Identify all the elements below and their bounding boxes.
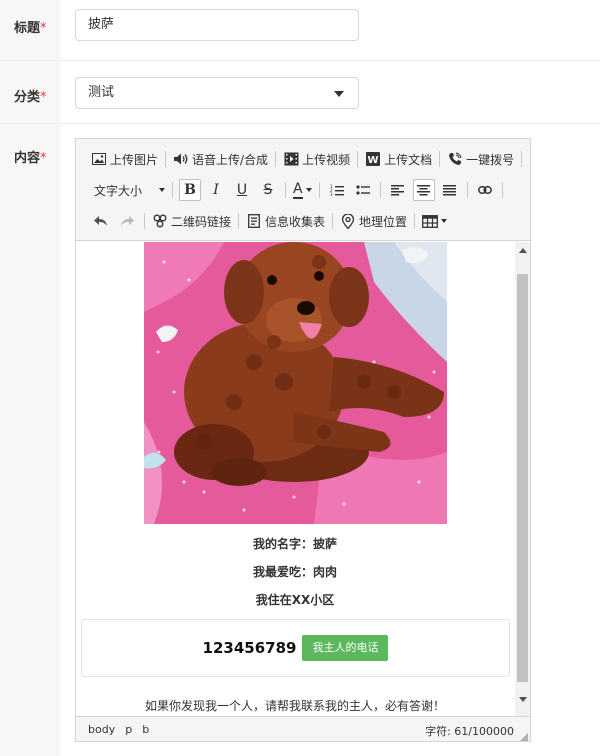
- toolbar-row-2: 文字大小 B I U S A 123: [88, 178, 507, 202]
- upload-image-button[interactable]: 上传图片: [88, 148, 161, 170]
- name-line: 我的名字：披萨: [252, 537, 337, 551]
- upload-doc-button[interactable]: W 上传文档: [362, 148, 435, 170]
- ordered-list-button[interactable]: 123: [326, 179, 348, 201]
- toolbar-separator: [466, 182, 468, 198]
- location-button[interactable]: 地理位置: [337, 210, 410, 232]
- path-item[interactable]: b: [142, 723, 149, 736]
- link-icon: [477, 182, 493, 198]
- dial-button[interactable]: 一键拨号: [444, 148, 517, 170]
- caret-down-icon: [159, 188, 165, 192]
- toolbar-separator: [275, 151, 277, 167]
- element-path: body p b: [88, 723, 149, 736]
- redo-button[interactable]: [116, 210, 138, 232]
- toolbar-separator: [332, 213, 334, 229]
- italic-button[interactable]: I: [205, 179, 227, 201]
- toolbar-row-3: 二维码链接 信息收集表 地理位置: [88, 209, 450, 233]
- rich-text-editor: 上传图片 语音上传/合成 上传视频 W 上传文档 一键拨号 文字大小 B I U…: [75, 138, 531, 742]
- svg-text:3: 3: [330, 192, 333, 196]
- upload-video-button[interactable]: 上传视频: [280, 148, 353, 170]
- align-justify-icon: [442, 182, 458, 198]
- font-color-glyph: A: [293, 180, 303, 199]
- call-owner-button[interactable]: 我主人的电话: [302, 635, 389, 661]
- path-item[interactable]: body: [88, 723, 115, 736]
- caret-down-icon: [305, 188, 312, 192]
- char-count: 字符: 61/100000: [425, 725, 514, 738]
- voice-button[interactable]: 语音上传/合成: [170, 148, 271, 170]
- dog-photo: [144, 242, 447, 524]
- underline-button[interactable]: U: [231, 179, 253, 201]
- home-line: 我住在XX小区: [255, 593, 335, 607]
- map-pin-icon: [340, 213, 356, 229]
- svg-text:W: W: [368, 155, 379, 166]
- category-select[interactable]: 测试: [75, 77, 359, 109]
- toolbar-separator: [439, 151, 441, 167]
- toolbar-separator: [165, 151, 167, 167]
- table-icon: [422, 213, 438, 229]
- link-button[interactable]: [474, 179, 496, 201]
- phone-card: 123456789 我主人的电话: [81, 619, 510, 677]
- toolbar-separator: [144, 213, 145, 229]
- table-button[interactable]: [419, 210, 450, 232]
- bullet-list-icon: [355, 182, 371, 198]
- phone-number: 123456789: [202, 639, 297, 657]
- qrcode-link-icon: [152, 213, 168, 229]
- toolbar-separator: [521, 151, 523, 167]
- redo-icon: [119, 213, 135, 229]
- toolbar-separator: [414, 213, 416, 229]
- editor-toolbar: 上传图片 语音上传/合成 上传视频 W 上传文档 一键拨号 文字大小 B I U…: [76, 139, 530, 241]
- caret-down-icon: [334, 91, 344, 97]
- toolbar-row-1: 上传图片 语音上传/合成 上传视频 W 上传文档 一键拨号: [88, 147, 526, 171]
- food-line: 我最爱吃：肉肉: [252, 565, 337, 579]
- resize-handle-icon[interactable]: [520, 731, 528, 741]
- toolbar-separator: [318, 182, 320, 198]
- phone-icon: [447, 151, 463, 167]
- scroll-up-icon[interactable]: [519, 248, 527, 253]
- required-mark: *: [40, 21, 47, 36]
- bullet-list-button[interactable]: [352, 179, 374, 201]
- align-justify-button[interactable]: [439, 179, 461, 201]
- word-doc-icon: W: [365, 151, 381, 167]
- editor-content[interactable]: 我的名字：披萨 我最爱吃：肉肉 我住在XX小区 123456789 我主人的电话…: [76, 242, 514, 716]
- path-item[interactable]: p: [125, 723, 132, 736]
- qrcode-link-button[interactable]: 二维码链接: [149, 210, 234, 232]
- video-icon: [283, 151, 299, 167]
- toolbar-separator: [501, 182, 503, 198]
- editor-scrollbar[interactable]: [515, 242, 530, 716]
- scroll-thumb[interactable]: [517, 274, 528, 682]
- align-left-button[interactable]: [387, 179, 409, 201]
- content-label: 内容*: [14, 151, 47, 166]
- toolbar-separator: [357, 151, 359, 167]
- title-label: 标题*: [14, 21, 47, 36]
- speaker-icon: [173, 151, 189, 167]
- strikethrough-button[interactable]: S: [257, 179, 279, 201]
- required-mark: *: [40, 151, 47, 166]
- toolbar-separator: [238, 213, 240, 229]
- caret-down-icon: [441, 219, 448, 223]
- thanks-line: 如果你发现我一个人，请帮我联系我的主人，必有答谢！: [144, 699, 445, 713]
- toolbar-separator: [379, 182, 381, 198]
- font-size-dropdown[interactable]: 文字大小: [88, 179, 168, 201]
- title-input[interactable]: 披萨: [75, 9, 359, 41]
- undo-icon: [93, 213, 109, 229]
- undo-button[interactable]: [90, 210, 112, 232]
- toolbar-separator: [285, 182, 286, 198]
- align-center-button[interactable]: [412, 179, 435, 201]
- label-column: [0, 0, 60, 756]
- form-icon: [246, 213, 262, 229]
- row-divider: [0, 123, 600, 124]
- category-label: 分类*: [14, 90, 47, 105]
- align-left-icon: [390, 182, 406, 198]
- scroll-down-icon[interactable]: [519, 697, 527, 702]
- required-mark: *: [40, 90, 47, 105]
- align-center-icon: [416, 182, 432, 198]
- toolbar-separator: [172, 182, 173, 198]
- ordered-list-icon: 123: [329, 182, 345, 198]
- image-icon: [91, 151, 107, 167]
- form-collect-button[interactable]: 信息收集表: [243, 210, 328, 232]
- font-color-button[interactable]: A: [290, 179, 315, 201]
- row-divider: [0, 60, 600, 61]
- editor-statusbar: body p b 字符: 61/100000: [76, 716, 530, 741]
- bold-button[interactable]: B: [179, 179, 201, 201]
